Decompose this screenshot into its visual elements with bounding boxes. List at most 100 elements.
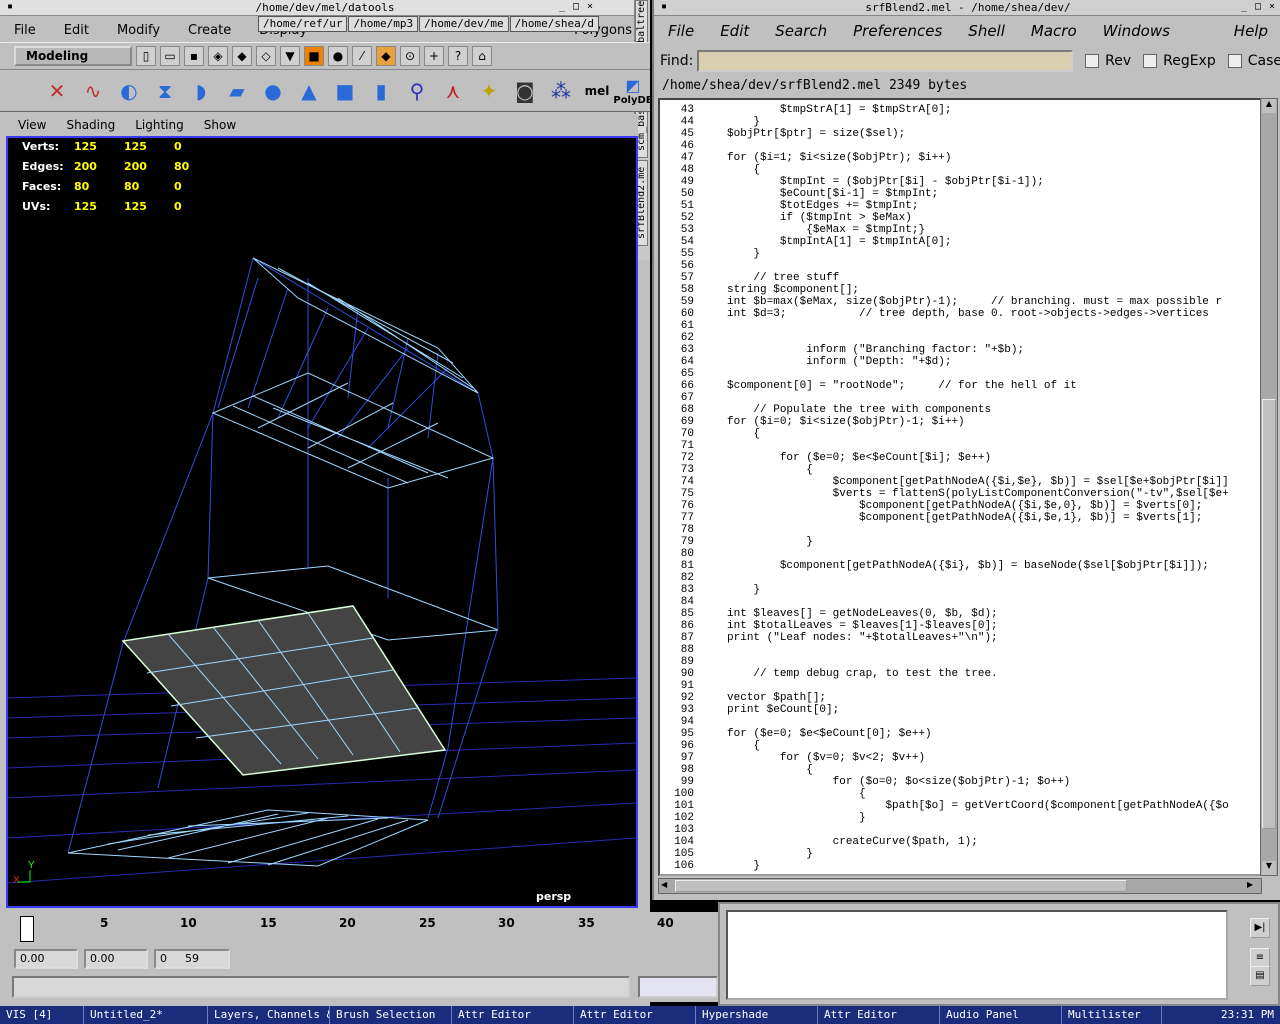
select-hierarchy-icon[interactable]: ◈ bbox=[208, 46, 228, 66]
taskbar-item[interactable]: Multilister bbox=[1062, 1006, 1162, 1024]
taskbar-item[interactable]: Brush Selection bbox=[330, 1006, 452, 1024]
vp-menu-lighting[interactable]: Lighting bbox=[125, 118, 194, 132]
menu-create[interactable]: Create bbox=[174, 23, 245, 38]
maximize-icon[interactable]: □ bbox=[570, 2, 582, 13]
revolve-icon[interactable]: ◐ bbox=[114, 75, 144, 107]
vertical-scrollbar[interactable]: ▲ ▼ bbox=[1260, 98, 1278, 876]
editor-title-bar[interactable]: srfBlend2.mel - /home/shea/dev/ ▪ _ □ × bbox=[654, 0, 1280, 16]
menu-file[interactable]: File bbox=[0, 23, 50, 38]
time-slider[interactable]: 5 10 15 20 25 30 35 40 bbox=[0, 912, 720, 946]
joint-icon[interactable]: ⚲ bbox=[402, 75, 432, 107]
snap-curve-icon[interactable]: ⁄ bbox=[352, 46, 372, 66]
menu-modify[interactable]: Modify bbox=[103, 23, 174, 38]
mode-select[interactable]: Modeling bbox=[14, 46, 132, 66]
light-icon[interactable]: ✦ bbox=[474, 75, 504, 107]
plus-icon[interactable]: + bbox=[424, 46, 444, 66]
maya-title-bar[interactable]: /home/dev/mel/datools ▪ _ □ × bbox=[0, 0, 650, 16]
particles-icon[interactable]: ⁂ bbox=[546, 75, 576, 107]
editor-menu-shell[interactable]: Shell bbox=[954, 22, 1017, 40]
maximize-icon[interactable]: □ bbox=[1252, 2, 1264, 13]
rev-checkbox[interactable] bbox=[1085, 54, 1100, 68]
start-time-field[interactable]: 0.00 bbox=[14, 949, 78, 969]
horizontal-scroll-thumb[interactable] bbox=[675, 880, 1127, 892]
command-line-input[interactable] bbox=[12, 976, 630, 998]
options-icon[interactable]: ≡ bbox=[1250, 948, 1270, 968]
cone-icon[interactable]: ▲ bbox=[294, 75, 324, 107]
path-tab[interactable]: /home/mp3 bbox=[348, 16, 419, 32]
sphere-icon[interactable]: ● bbox=[258, 75, 288, 107]
path-tab[interactable]: /home/ref/ur bbox=[258, 16, 348, 32]
skip-end-icon[interactable]: ▶| bbox=[1250, 918, 1270, 938]
ep-curve-icon[interactable]: ∿ bbox=[78, 75, 108, 107]
code-line: 86 int $totalLeaves = $leaves[1]-$leaves… bbox=[660, 620, 1260, 632]
vertical-scroll-thumb[interactable] bbox=[1262, 399, 1276, 829]
loft-icon[interactable]: ⧗ bbox=[150, 75, 180, 107]
taskbar-item-vis[interactable]: VIS [4] bbox=[0, 1006, 84, 1024]
editor-menu-file[interactable]: File bbox=[654, 22, 706, 40]
editor-menu-search[interactable]: Search bbox=[761, 22, 839, 40]
perspective-viewport[interactable]: Y X Verts: 125 125 0 Edges: 200 200 80 Faces: 8… bbox=[6, 136, 638, 908]
horizontal-scrollbar[interactable]: ◀ ▶ bbox=[658, 878, 1262, 894]
editor-menu-preferences[interactable]: Preferences bbox=[839, 22, 954, 40]
snap-grid-icon[interactable]: ■ bbox=[304, 46, 324, 66]
help-icon[interactable]: ? bbox=[448, 46, 468, 66]
taskbar-item[interactable]: Untitled_2* bbox=[84, 1006, 208, 1024]
taskbar-item[interactable]: Layers, Channels & bbox=[208, 1006, 330, 1024]
window-menu-icon[interactable]: ▪ bbox=[4, 2, 16, 13]
cube-icon[interactable]: ■ bbox=[330, 75, 360, 107]
vp-menu-view[interactable]: View bbox=[8, 118, 56, 132]
select-object-icon[interactable]: ◆ bbox=[232, 46, 252, 66]
ik-icon[interactable]: ⋏ bbox=[438, 75, 468, 107]
extrude-icon[interactable]: ◗ bbox=[186, 75, 216, 107]
code-area[interactable]: 43 $tmpStrA[1] = $tmpStrA[0]; 44 } 45 $obj… bbox=[658, 98, 1262, 876]
new-scene-icon[interactable]: ▯ bbox=[136, 46, 156, 66]
vp-menu-shading[interactable]: Shading bbox=[56, 118, 125, 132]
snap-point-icon[interactable]: ● bbox=[328, 46, 348, 66]
taskbar-item[interactable]: Attr Editor bbox=[574, 1006, 696, 1024]
editor-menu-help[interactable]: Help bbox=[1220, 22, 1280, 40]
lock-icon[interactable]: ⌂ bbox=[472, 46, 492, 66]
end-time-field[interactable]: 0.00 bbox=[84, 949, 148, 969]
scroll-right-icon[interactable]: ▶ bbox=[1247, 880, 1259, 892]
line-text: { bbox=[700, 740, 761, 752]
save-scene-icon[interactable]: ▪ bbox=[184, 46, 204, 66]
minimize-icon[interactable]: _ bbox=[1238, 2, 1250, 13]
taskbar-item[interactable]: Attr Editor bbox=[452, 1006, 574, 1024]
mel-icon[interactable]: mel bbox=[582, 75, 612, 107]
regexp-checkbox[interactable] bbox=[1143, 54, 1158, 68]
camera-icon[interactable]: ◙ bbox=[510, 75, 540, 107]
window-menu-icon[interactable]: ▪ bbox=[658, 2, 670, 13]
snap-view-icon[interactable]: ⊙ bbox=[400, 46, 420, 66]
current-time-marker[interactable] bbox=[20, 916, 34, 942]
taskbar-item[interactable]: Hypershade bbox=[696, 1006, 818, 1024]
close-icon[interactable]: × bbox=[584, 2, 596, 13]
minimize-icon[interactable]: _ bbox=[556, 2, 568, 13]
output-text-area[interactable] bbox=[726, 910, 1228, 1000]
case-checkbox[interactable] bbox=[1227, 54, 1242, 68]
cylinder-icon[interactable]: ▮ bbox=[366, 75, 396, 107]
editor-menu-windows[interactable]: Windows bbox=[1089, 22, 1182, 40]
menu-edit[interactable]: Edit bbox=[50, 23, 103, 38]
editor-menu-edit[interactable]: Edit bbox=[706, 22, 761, 40]
polyde-icon[interactable]: ◩ PolyDE bbox=[613, 75, 652, 107]
filter-icon[interactable]: ▼ bbox=[280, 46, 300, 66]
path-tab[interactable]: /home/dev/me bbox=[419, 16, 509, 32]
taskbar-item[interactable]: Audio Panel bbox=[940, 1006, 1062, 1024]
find-input[interactable] bbox=[697, 50, 1074, 72]
scroll-up-icon[interactable]: ▲ bbox=[1262, 99, 1276, 113]
settings-icon[interactable]: ▤ bbox=[1250, 966, 1270, 986]
taskbar-item[interactable]: Attr Editor bbox=[818, 1006, 940, 1024]
cv-curve-icon[interactable]: ✕ bbox=[42, 75, 72, 107]
range-slider[interactable]: 0 59 bbox=[154, 949, 230, 969]
scroll-down-icon[interactable]: ▼ bbox=[1262, 861, 1276, 875]
close-icon[interactable]: × bbox=[1266, 2, 1278, 13]
vp-menu-show[interactable]: Show bbox=[194, 118, 246, 132]
line-text: } bbox=[700, 536, 813, 548]
snap-surface-icon[interactable]: ◆ bbox=[376, 46, 396, 66]
editor-menu-macro[interactable]: Macro bbox=[1017, 22, 1089, 40]
select-component-icon[interactable]: ◇ bbox=[256, 46, 276, 66]
open-scene-icon[interactable]: ▭ bbox=[160, 46, 180, 66]
plane-icon[interactable]: ▰ bbox=[222, 75, 252, 107]
path-tab[interactable]: /home/shea/d bbox=[509, 16, 600, 32]
scroll-left-icon[interactable]: ◀ bbox=[661, 880, 673, 892]
